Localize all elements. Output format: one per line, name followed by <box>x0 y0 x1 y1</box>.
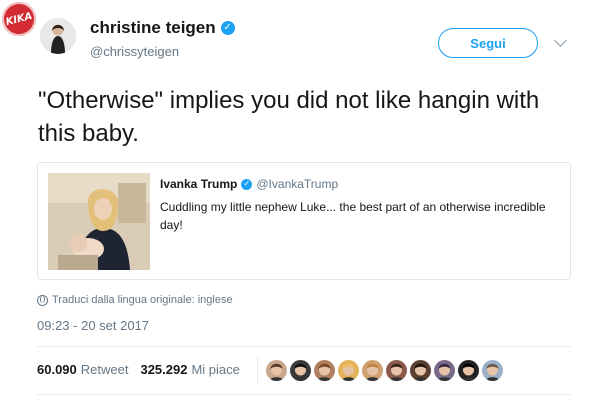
author-name[interactable]: christine teigen ✓ <box>90 18 235 38</box>
like-count[interactable]: 325.292 <box>140 362 187 377</box>
liker-avatar[interactable] <box>266 360 287 381</box>
liker-avatar[interactable] <box>458 360 479 381</box>
liker-avatar[interactable] <box>434 360 455 381</box>
chevron-down-icon[interactable] <box>554 34 567 47</box>
quoted-tweet-image[interactable] <box>48 173 150 270</box>
retweet-label[interactable]: Retweet <box>81 362 129 377</box>
retweet-count[interactable]: 60.090 <box>37 362 77 377</box>
tweet-text: "Otherwise" implies you did not like han… <box>38 87 540 147</box>
author-name-text: christine teigen <box>90 18 216 37</box>
translate-label: Traduci dalla lingua originale: inglese <box>52 294 233 306</box>
divider-top <box>37 346 571 347</box>
quoted-author-name[interactable]: Ivanka Trump <box>160 177 237 191</box>
translate-link[interactable]: Traduci dalla lingua originale: inglese <box>37 294 233 306</box>
globe-icon <box>37 294 48 306</box>
quoted-tweet-text: Cuddling my little nephew Luke... the be… <box>160 200 546 232</box>
quoted-tweet-header: Ivanka Trump ✓ @IvankaTrump <box>160 177 338 191</box>
quoted-author-handle[interactable]: @IvankaTrump <box>256 177 338 191</box>
liker-avatar[interactable] <box>410 360 431 381</box>
site-watermark-logo: KIKA <box>0 0 40 40</box>
tweet-timestamp[interactable]: 09:23 - 20 set 2017 <box>37 318 149 333</box>
quoted-verified-badge-icon: ✓ <box>241 178 253 190</box>
liker-avatar[interactable] <box>482 360 503 381</box>
liker-avatar[interactable] <box>338 360 359 381</box>
liker-avatar[interactable] <box>362 360 383 381</box>
divider-bottom <box>37 394 571 395</box>
like-label[interactable]: Mi piace <box>191 362 239 377</box>
verified-badge-icon: ✓ <box>220 21 235 35</box>
author-avatar[interactable] <box>40 18 76 54</box>
liker-avatars <box>266 360 503 381</box>
liker-avatar[interactable] <box>386 360 407 381</box>
stats-separator <box>257 356 258 384</box>
liker-avatar[interactable] <box>314 360 335 381</box>
liker-avatar[interactable] <box>290 360 311 381</box>
quoted-tweet[interactable]: Ivanka Trump ✓ @IvankaTrump Cuddling my … <box>37 162 571 280</box>
follow-button[interactable]: Segui <box>438 28 538 58</box>
author-handle[interactable]: @chrissyteigen <box>90 44 179 59</box>
tweet-stats: 60.090 Retweet 325.292 Mi piace <box>37 362 252 377</box>
